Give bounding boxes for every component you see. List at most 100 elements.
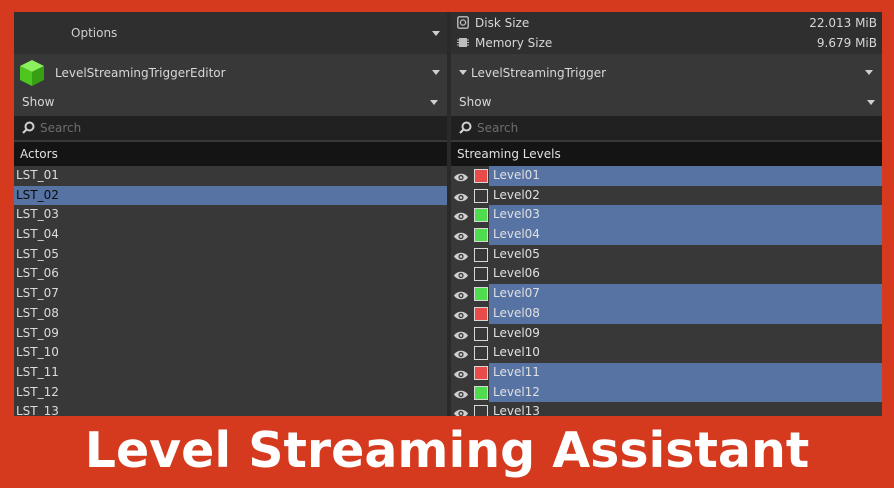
search-icon (459, 121, 472, 134)
eye-icon[interactable] (453, 328, 469, 339)
level-name: Level04 (493, 227, 540, 242)
eye-icon[interactable] (453, 170, 469, 182)
level-row[interactable]: Level07 (451, 284, 882, 304)
green-cube-icon (20, 60, 44, 86)
actor-row[interactable]: LST_02 (14, 185, 447, 206)
show-dropdown[interactable]: Show (14, 92, 447, 112)
chevron-down-icon (865, 70, 873, 75)
actor-name: LST_03 (16, 207, 59, 222)
level-name: Level07 (493, 286, 540, 301)
eye-icon[interactable] (453, 268, 469, 280)
level-row[interactable]: Level08 (451, 303, 882, 324)
actor-row[interactable]: LST_01 (14, 166, 447, 186)
editor-asset-selector[interactable]: LevelStreamingTriggerEditor (14, 56, 447, 88)
actor-name: LST_12 (16, 384, 59, 399)
actor-name: LST_01 (16, 168, 59, 182)
eye-icon[interactable] (453, 229, 469, 241)
show-label: Show (22, 95, 55, 109)
actors-column-header[interactable]: Actors (14, 142, 447, 166)
actor-row[interactable]: LST_11 (14, 363, 447, 383)
eye-icon[interactable] (453, 387, 469, 398)
actor-row[interactable]: LST_07 (14, 284, 447, 304)
disk-icon (457, 16, 469, 29)
actor-name: LST_06 (16, 266, 59, 281)
eye-icon[interactable] (453, 249, 469, 260)
chevron-down-icon (432, 31, 440, 36)
eye-icon[interactable] (453, 288, 469, 300)
actor-row[interactable]: LST_06 (14, 264, 447, 284)
level-row[interactable]: Level01 (451, 166, 882, 186)
actors-pane: Options LevelStreamingTriggerEditor Show (14, 12, 447, 416)
level-search-input[interactable] (477, 118, 857, 138)
level-state-checkbox[interactable] (474, 287, 488, 302)
level-name: Level05 (493, 246, 540, 261)
level-state-checkbox[interactable] (474, 326, 488, 341)
streaming-levels-column-header[interactable]: Streaming Levels (451, 142, 882, 166)
options-label: Options (71, 26, 118, 40)
level-list: Level01 Level02 Level03 Level04 Level05 Level… (451, 166, 882, 416)
asset-label: LevelStreamingTrigger (471, 66, 607, 80)
level-search-bar (451, 116, 882, 140)
eye-icon[interactable] (453, 347, 469, 359)
level-state-checkbox[interactable] (474, 365, 488, 380)
level-row[interactable]: Level04 (451, 225, 882, 245)
eye-icon[interactable] (453, 190, 469, 201)
actor-row[interactable]: LST_12 (14, 383, 447, 403)
level-name: Level09 (493, 325, 540, 340)
disk-size-label: Disk Size (475, 16, 530, 30)
actor-name: LST_09 (16, 325, 59, 340)
asset-stats: Disk Size 22.013 MiB Memory Size 9.679 M… (451, 12, 882, 54)
level-name: Level08 (493, 305, 540, 320)
actor-name: LST_05 (16, 246, 59, 261)
actor-row[interactable]: LST_09 (14, 324, 447, 344)
level-state-checkbox[interactable] (474, 346, 488, 361)
chevron-down-icon (867, 100, 875, 105)
actor-row[interactable]: LST_03 (14, 205, 447, 225)
level-row[interactable]: Level09 (451, 324, 882, 344)
show-label: Show (459, 95, 492, 109)
actor-row[interactable]: LST_04 (14, 225, 447, 245)
level-streaming-window: Options LevelStreamingTriggerEditor Show (14, 12, 882, 416)
level-row[interactable]: Level06 (451, 264, 882, 284)
level-state-checkbox[interactable] (474, 385, 488, 400)
level-name: Level03 (493, 207, 540, 222)
level-state-checkbox[interactable] (474, 247, 488, 262)
streaming-levels-pane: Disk Size 22.013 MiB Memory Size 9.679 M… (451, 12, 882, 416)
actor-search-input[interactable] (40, 118, 420, 138)
eye-icon[interactable] (453, 209, 469, 221)
memory-size-label: Memory Size (475, 36, 553, 50)
actor-row[interactable]: LST_08 (14, 304, 447, 324)
actor-name: LST_10 (16, 345, 59, 360)
memory-size-value: 9.679 MiB (816, 36, 877, 50)
actor-row[interactable]: LST_10 (14, 343, 447, 363)
level-row[interactable]: Level03 (451, 205, 882, 226)
options-dropdown[interactable]: Options (14, 12, 447, 54)
eye-icon[interactable] (453, 367, 469, 379)
show-dropdown[interactable]: Show (451, 92, 882, 112)
disk-size-stat: Disk Size 22.013 MiB (457, 15, 877, 33)
trigger-asset-selector[interactable]: LevelStreamingTrigger (451, 56, 882, 88)
level-row[interactable]: Level02 (451, 186, 882, 206)
level-state-checkbox[interactable] (474, 188, 488, 203)
level-name: Level01 (493, 168, 540, 182)
actor-name: LST_02 (16, 187, 59, 202)
actor-search-bar (14, 116, 447, 140)
level-state-checkbox[interactable] (474, 228, 488, 243)
level-state-checkbox[interactable] (474, 208, 488, 223)
search-icon (22, 121, 35, 134)
banner-title: Level Streaming Assistant (84, 422, 810, 479)
level-row[interactable]: Level12 (451, 382, 882, 403)
actor-row[interactable]: LST_05 (14, 245, 447, 265)
level-state-checkbox[interactable] (474, 169, 488, 183)
level-row[interactable]: Level11 (451, 362, 882, 383)
level-state-checkbox[interactable] (474, 306, 488, 321)
level-name: Level02 (493, 187, 540, 202)
eye-icon[interactable] (453, 308, 469, 320)
level-state-checkbox[interactable] (474, 267, 488, 282)
actor-name: LST_11 (16, 364, 59, 379)
level-row[interactable]: Level05 (451, 245, 882, 265)
level-name: Level12 (493, 384, 540, 399)
level-row[interactable]: Level10 (451, 343, 882, 363)
asset-label: LevelStreamingTriggerEditor (55, 66, 226, 80)
actor-name: LST_07 (16, 286, 59, 301)
